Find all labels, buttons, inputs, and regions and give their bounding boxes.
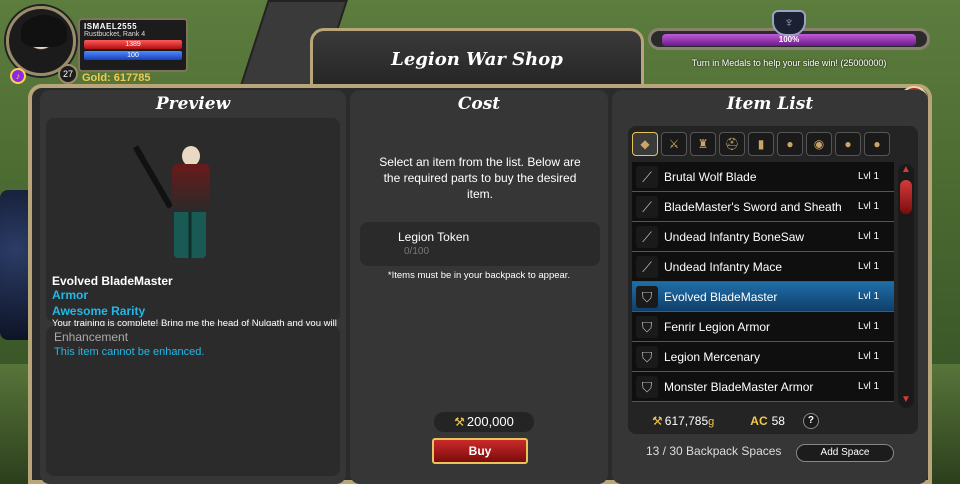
item-rows: ⟋ Brutal Wolf Blade Lvl 1 ⟋ BladeMaster's Sw… — [632, 162, 894, 402]
help-button[interactable]: ? — [802, 413, 819, 429]
item-row-level: Lvl 1 — [858, 291, 880, 302]
sword-icon: ⟋ — [636, 225, 658, 248]
backpack-spaces: 13 / 30 Backpack Spaces — [646, 444, 782, 458]
item-row-name: BladeMaster's Sword and Sheath — [664, 199, 842, 214]
level-badge: 27 — [58, 64, 78, 84]
item-row[interactable]: ⛉ Legion Mercenary Lvl 1 — [632, 342, 894, 372]
required-item: Legion Token 0/100 — [360, 222, 600, 266]
preview-item-rarity: Awesome Rarity — [52, 304, 146, 318]
item-row-level: Lvl 1 — [858, 201, 880, 212]
player-gold: Gold: 617785 — [82, 72, 151, 84]
item-row-name: Legion Mercenary — [664, 349, 761, 364]
item-row[interactable]: ⛉ Evolved BladeMaster Lvl 1 — [632, 282, 894, 312]
helm-icon[interactable]: ⛑ — [719, 132, 745, 156]
preview-header: Preview — [155, 94, 231, 114]
item-row[interactable]: ⛉ Fenrir Legion Armor Lvl 1 — [632, 312, 894, 342]
item-list-header: Item List — [726, 94, 814, 114]
mace-icon: ⟋ — [636, 255, 658, 278]
armor-icon: ⛉ — [636, 375, 658, 398]
item-row-name: Brutal Wolf Blade — [664, 169, 757, 184]
hp-bar: 1389 — [84, 40, 182, 49]
cost-note: *Items must be in your backpack to appea… — [387, 270, 571, 281]
player-rank: Rustbucket, Rank 4 — [84, 31, 146, 38]
enhancement-box: Enhancement This item cannot be enhanced… — [46, 326, 340, 476]
shield-icon[interactable]: ◉ — [806, 132, 832, 156]
potion-icon[interactable]: ● — [864, 132, 890, 156]
character-head — [182, 146, 200, 166]
war-meter: 100% ♆ Turn in Medals to help your side … — [648, 10, 930, 72]
price: ⚒ 200,000 — [434, 412, 534, 432]
sword-icon[interactable]: ⚔ — [661, 132, 687, 156]
preview-item-type: Armor — [52, 288, 89, 302]
filter-bar: ◆ ⚔ ♜ ⛑ ▮ ● ◉ ● ● — [632, 132, 890, 158]
player-name: ISMAEL2555 — [84, 22, 138, 31]
scroll-down-arrow-icon[interactable]: ▼ — [900, 394, 912, 408]
gold-icon: ⚒ — [652, 414, 663, 428]
item-row[interactable]: ⟋ BladeMaster's Sword and Sheath Lvl 1 — [632, 192, 894, 222]
add-space-button[interactable]: Add Space — [796, 444, 894, 462]
shop-title-plate: Legion War Shop — [310, 28, 644, 92]
item-row-name: Evolved BladeMaster — [664, 289, 778, 304]
all-items-icon[interactable]: ◆ — [632, 132, 658, 156]
shop-title: Legion War Shop — [391, 49, 563, 70]
item-row[interactable]: ⟋ Undead Infantry Mace Lvl 1 — [632, 252, 894, 282]
gold-amount: 617,785g — [664, 414, 715, 428]
item-row-level: Lvl 1 — [858, 261, 880, 272]
armor-icon: ⛉ — [636, 315, 658, 338]
player-info: ISMAEL2555 Rustbucket, Rank 4 1389 100 — [78, 18, 188, 72]
cost-panel: Cost Select an item from the list. Below… — [350, 90, 608, 484]
item-row[interactable]: ⟋ Brutal Wolf Blade Lvl 1 — [632, 162, 894, 192]
preview-box: Evolved BladeMaster Armor Awesome Rarity… — [46, 118, 340, 341]
avatar-hair — [21, 15, 67, 47]
preview-item-name: Evolved BladeMaster — [52, 274, 173, 288]
armor-icon[interactable]: ♜ — [690, 132, 716, 156]
item-row-name: Fenrir Legion Armor — [664, 319, 771, 334]
scroll-up-arrow-icon[interactable]: ▲ — [900, 164, 912, 178]
player-funds: ⚒ 617,785g AC 58 ? — [652, 412, 892, 430]
character-preview — [132, 142, 230, 262]
item-row-level: Lvl 1 — [858, 321, 880, 332]
sword-icon: ⟋ — [636, 165, 658, 188]
player-badge[interactable]: ISMAEL2555 Rustbucket, Rank 4 1389 100 ♪… — [4, 4, 194, 84]
bag-icon[interactable]: ● — [835, 132, 861, 156]
pet-icon[interactable]: ● — [777, 132, 803, 156]
scroll-thumb[interactable] — [900, 180, 912, 214]
enhancement-title: Enhancement — [54, 330, 129, 344]
item-row-name: Undead Infantry BoneSaw — [664, 229, 805, 244]
item-row-level: Lvl 1 — [858, 351, 880, 362]
cost-intro: Select an item from the list. Below are … — [379, 155, 581, 201]
ac-amount: 58 — [771, 414, 785, 428]
preview-panel: Preview Evolved BladeMaster Armor Awesom… — [40, 90, 346, 484]
ac-icon: AC — [750, 414, 768, 428]
item-row-name: Monster BladeMaster Armor — [664, 379, 814, 394]
mp-bar: 100 — [84, 51, 182, 60]
item-row-level: Lvl 1 — [858, 231, 880, 242]
item-row-level: Lvl 1 — [858, 381, 880, 392]
legion-emblem-icon: ♆ — [772, 10, 806, 36]
item-row-level: Lvl 1 — [858, 171, 880, 182]
armor-icon: ⛉ — [636, 345, 658, 368]
enhancement-text: This item cannot be enhanced. — [54, 346, 205, 358]
class-icon[interactable]: ♪ — [10, 68, 26, 84]
item-list-panel: Item List ◆ ⚔ ♜ ⛑ ▮ ● ◉ ● ● ⟋ Brutal Wolf Blade Lv… — [612, 90, 928, 484]
item-list-scrollbar[interactable]: ▲ ▼ — [898, 164, 914, 408]
boot-icon[interactable]: ▮ — [748, 132, 774, 156]
item-row[interactable]: ⟋ Undead Infantry BoneSaw Lvl 1 — [632, 222, 894, 252]
required-item-qty: 0/100 — [404, 246, 430, 257]
war-meter-percent: 100% — [778, 35, 800, 44]
gold-icon: ⚒ — [454, 415, 465, 429]
buy-button[interactable]: Buy — [432, 438, 528, 464]
item-row[interactable]: ⛉ Monster BladeMaster Armor Lvl 1 — [632, 372, 894, 402]
sword-icon: ⟋ — [636, 195, 658, 218]
character-body — [172, 164, 210, 212]
item-row-name: Undead Infantry Mace — [664, 259, 783, 274]
price-value: 200,000 — [466, 414, 514, 429]
item-list-box: ◆ ⚔ ♜ ⛑ ▮ ● ◉ ● ● ⟋ Brutal Wolf Blade Lvl 1 ⟋ BladeM… — [628, 126, 918, 434]
character-blade — [132, 145, 174, 209]
character-legs — [174, 212, 206, 258]
war-message: Turn in Medals to help your side win! (2… — [691, 58, 887, 68]
armor-icon: ⛉ — [636, 285, 658, 308]
cost-header: Cost — [457, 94, 501, 114]
required-item-name: Legion Token — [398, 230, 470, 244]
